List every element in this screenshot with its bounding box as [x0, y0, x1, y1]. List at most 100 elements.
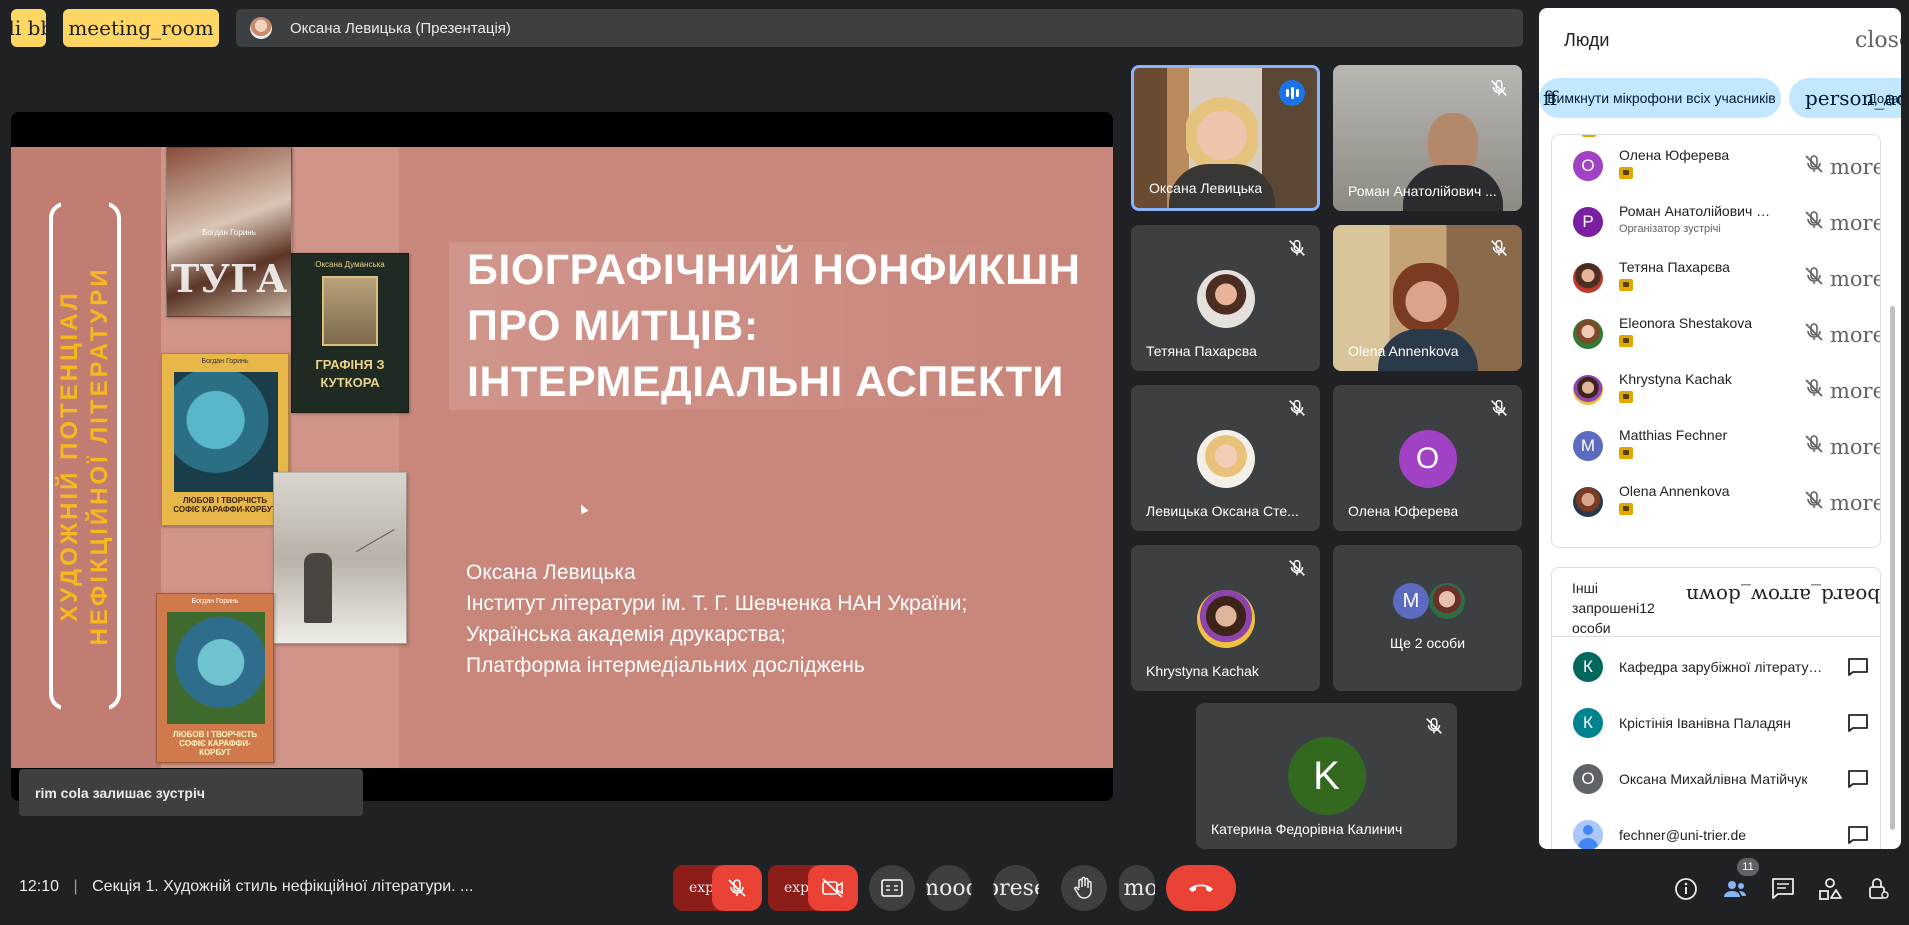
participant-letter-avatar: О: [1573, 151, 1603, 181]
presentation-slide: ХУДОЖНІЙ ПОТЕНЦІАЛ НЕФІКЦІЙНОЇ ЛІТЕРАТУР…: [11, 147, 1113, 768]
invited-letter-avatar: К: [1573, 708, 1603, 738]
invited-heading[interactable]: Інші запрошені12 особи: [1572, 578, 1664, 638]
book-cover-hrafynia-title: ГРАФІНЯ З КУТКОРА: [315, 357, 385, 390]
captions-icon: [881, 879, 903, 897]
invited-row[interactable]: fechner@uni-trier.de: [1552, 807, 1880, 849]
participant-tile[interactable]: Оксана Левицька: [1131, 65, 1320, 211]
invited-row[interactable]: К Крістінія Іванівна Паладян: [1552, 695, 1880, 751]
mic-off-icon[interactable]: [1802, 208, 1826, 232]
camera-toggle-button[interactable]: [808, 865, 858, 911]
participant-name: Оксана Левицька: [1149, 180, 1263, 196]
participant-row[interactable]: M Matthias Fechner more_vert: [1552, 415, 1880, 471]
presenter-bar[interactable]: Оксана Левицька (Презентація): [236, 9, 1523, 47]
top-left-icon-button[interactable]: n_di bbed: [11, 9, 46, 47]
book-cover-tuha-title: ТУГА: [170, 256, 288, 301]
participant-row-name: Роман Анатолійович Дз...: [1619, 203, 1779, 219]
more-options-button[interactable]: more_vert: [1830, 267, 1880, 291]
person-avatar-body: [1578, 838, 1598, 849]
raise-hand-button[interactable]: [1061, 865, 1107, 911]
participant-row[interactable]: Eleonora Shestakova more_vert: [1552, 303, 1880, 359]
presenter-badge-icon: [1619, 167, 1633, 179]
slide-title-line-3: ІНТЕРМЕДІАЛЬНІ АСПЕКТИ: [449, 354, 1081, 410]
participant-row[interactable]: Olena Annenkova more_vert: [1552, 471, 1880, 527]
participant-tile[interactable]: Khrystyna Kachak: [1131, 545, 1320, 691]
participant-letter-avatar: M: [1393, 583, 1429, 619]
participant-tile[interactable]: Роман Анатолійович ...: [1333, 65, 1522, 211]
more-options-button[interactable]: more_vert: [1830, 491, 1880, 515]
mic-off-icon[interactable]: [1802, 152, 1826, 176]
participant-photo-avatar: [1573, 319, 1603, 349]
participant-tile[interactable]: Тетяна Пахарєва: [1131, 225, 1320, 371]
more-options-button[interactable]: more_vert: [1830, 379, 1880, 403]
more-options-button[interactable]: more_vert: [1830, 435, 1880, 459]
captions-button[interactable]: [869, 865, 915, 911]
invited-row-name: Крістінія Іванівна Паладян: [1619, 715, 1791, 731]
invited-row[interactable]: О Оксана Михайлівна Матійчук: [1552, 751, 1880, 807]
reactions-button[interactable]: mood: [926, 865, 972, 911]
participant-row[interactable]: Р Роман Анатолійович Дз... Організатор з…: [1552, 191, 1880, 247]
invited-row[interactable]: К Кафедра зарубіжної літератури...: [1552, 639, 1880, 695]
more-options-button[interactable]: more_vert: [1830, 155, 1880, 179]
mic-off-icon: [1289, 399, 1305, 416]
mic-off-icon[interactable]: [1802, 264, 1826, 288]
invited-divider: [1552, 636, 1880, 637]
slide-author-line-2: Інститут літератури ім. Т. Г. Шевченка Н…: [466, 592, 968, 615]
people-icon[interactable]: [1722, 876, 1748, 902]
participant-row-name: Eleonora Shestakova: [1619, 315, 1753, 331]
book-cover-hrafynia-portrait: [322, 276, 378, 346]
book-cover-liubov-2-author: Богдан Горинь: [191, 598, 239, 605]
participant-tile[interactable]: K Катерина Федорівна Калинич: [1196, 703, 1457, 849]
more-options-button[interactable]: more_vert: [1830, 323, 1880, 347]
add-people-button[interactable]: person_add Додати: [1789, 78, 1901, 118]
presenter-title: Оксана Левицька (Презентація): [290, 19, 511, 37]
participant-avatar: [1196, 590, 1255, 648]
present-button[interactable]: prese: [993, 865, 1039, 911]
presenter-badge-icon: [1619, 335, 1633, 347]
chat-icon[interactable]: [1770, 876, 1796, 902]
participant-name: Олена Юферева: [1348, 503, 1459, 519]
slide-author-line-3: Українська академія друкарства;: [466, 623, 786, 646]
participant-name: Катерина Федорівна Калинич: [1211, 821, 1403, 837]
mute-all-button[interactable]: ff Вимкнути мікрофони всіх учасників: [1539, 78, 1781, 118]
activities-icon[interactable]: [1817, 876, 1843, 902]
meeting-title: Секція 1. Художній стиль нефікційної літ…: [92, 878, 474, 895]
book-cover-photo: [273, 472, 407, 644]
invited-row-name: Оксана Михайлівна Матійчук: [1619, 771, 1808, 787]
participant-tile[interactable]: Левицька Оксана Сте...: [1131, 385, 1320, 531]
slide-author-line-4: Платформа інтермедіальних досліджень: [466, 654, 865, 677]
participant-row-name: Тетяна Пахарєва: [1619, 259, 1730, 275]
more-options-button[interactable]: _ mor: [1119, 865, 1155, 911]
chat-icon[interactable]: [1847, 657, 1869, 677]
mic-off-icon[interactable]: [1802, 320, 1826, 344]
participant-letter-avatar: Р: [1573, 207, 1603, 237]
participant-avatar: [1196, 270, 1255, 328]
mic-off-icon[interactable]: [1802, 432, 1826, 456]
mic-off-icon[interactable]: [1802, 488, 1826, 512]
mic-off-icon[interactable]: [1802, 376, 1826, 400]
presenter-badge-icon: [1619, 391, 1633, 403]
info-icon[interactable]: [1673, 876, 1699, 902]
chat-icon[interactable]: [1847, 769, 1869, 789]
chevron-down-icon[interactable]: keyboard_arrow_down: [1686, 584, 1880, 608]
microphone-toggle-button[interactable]: [712, 865, 762, 911]
participant-tile[interactable]: Olena Annenkova: [1333, 225, 1522, 371]
presentation-stage[interactable]: ХУДОЖНІЙ ПОТЕНЦІАЛ НЕФІКЦІЙНОЇ ЛІТЕРАТУР…: [11, 112, 1113, 801]
participant-tile[interactable]: О Олена Юферева: [1333, 385, 1522, 531]
panel-scrollbar[interactable]: [1890, 306, 1895, 830]
leave-call-button[interactable]: [1166, 865, 1236, 911]
participant-row[interactable]: О Олена Юферева more_vert: [1552, 135, 1880, 191]
more-participants-tile[interactable]: M Ще 2 особи: [1333, 545, 1522, 691]
mic-off-icon: [1289, 239, 1305, 256]
chat-icon[interactable]: [1847, 825, 1869, 845]
chat-icon[interactable]: [1847, 713, 1869, 733]
more-options-button[interactable]: more_vert: [1830, 211, 1880, 235]
host-controls-icon[interactable]: [1865, 876, 1891, 902]
invited-letter-avatar: К: [1573, 652, 1603, 682]
meeting-room-button[interactable]: meeting_room: [63, 9, 219, 47]
person-avatar-head: [1583, 825, 1593, 835]
leave-notification: rim cola залишає зустріч: [19, 769, 363, 816]
book-cover-liubov-2-art: [167, 612, 265, 724]
participant-row[interactable]: Тетяна Пахарєва more_vert: [1552, 247, 1880, 303]
participant-row[interactable]: Khrystyna Kachak more_vert: [1552, 359, 1880, 415]
close-panel-button[interactable]: close: [1855, 28, 1901, 53]
